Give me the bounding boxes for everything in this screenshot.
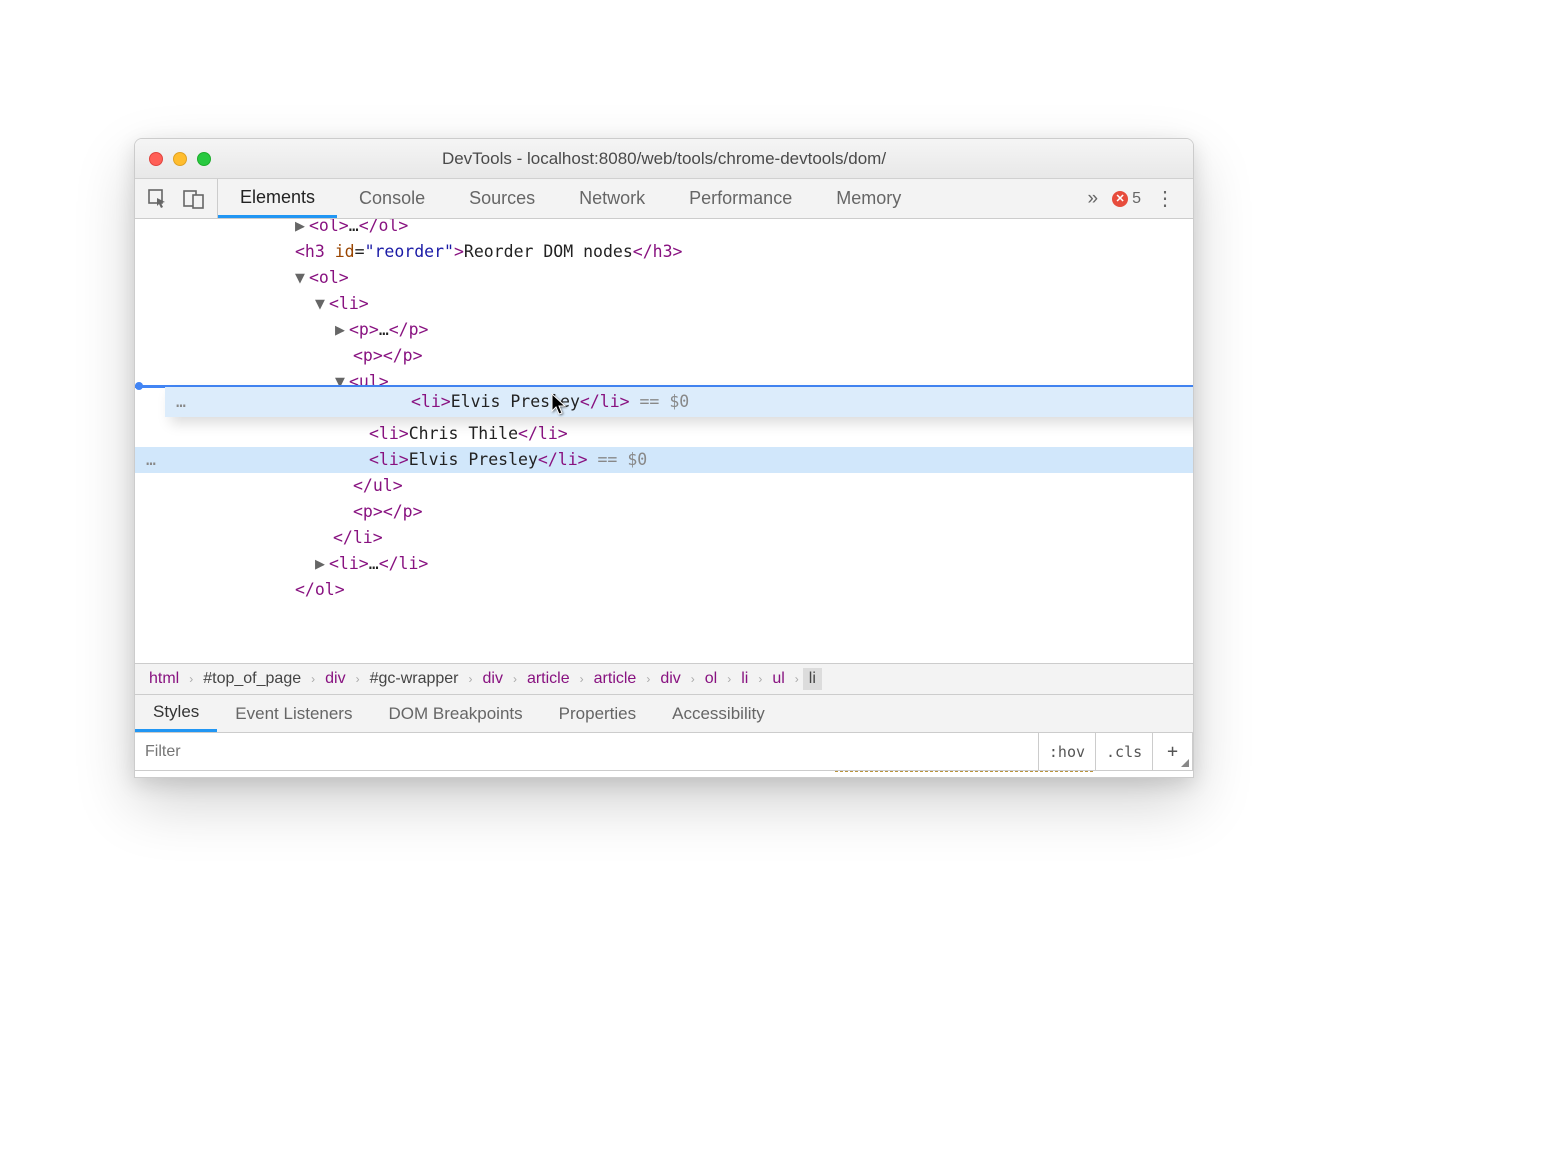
- breadcrumb-item[interactable]: html: [143, 668, 185, 690]
- dom-node[interactable]: <p></p>: [135, 499, 1193, 525]
- breadcrumb-item[interactable]: #top_of_page: [197, 668, 307, 690]
- styles-filter-input[interactable]: [135, 733, 1039, 770]
- error-count: 5: [1132, 190, 1141, 208]
- chevron-right-icon: ›: [189, 672, 193, 686]
- chevron-right-icon: ›: [513, 672, 517, 686]
- gutter-dots-icon[interactable]: …: [135, 447, 167, 473]
- dom-node[interactable]: ▶<li>…</li>: [135, 551, 1193, 577]
- breadcrumb-item[interactable]: div: [319, 668, 351, 690]
- breadcrumb-item[interactable]: ol: [699, 668, 723, 690]
- chevron-down-icon[interactable]: ▼: [315, 291, 329, 317]
- dom-node[interactable]: ▼<ol>: [135, 265, 1193, 291]
- chevron-right-icon: ›: [691, 672, 695, 686]
- close-icon[interactable]: [149, 152, 163, 166]
- chevron-right-icon[interactable]: ▶: [315, 551, 329, 577]
- breadcrumb-bar[interactable]: html›#top_of_page›div›#gc-wrapper›div›ar…: [135, 663, 1193, 695]
- breadcrumb-item[interactable]: ul: [766, 668, 790, 690]
- dom-node[interactable]: <h3 id="reorder">Reorder DOM nodes</h3>: [135, 239, 1193, 265]
- gutter-dots-icon[interactable]: …: [165, 389, 197, 415]
- subtab-styles[interactable]: Styles: [135, 695, 217, 732]
- tab-network[interactable]: Network: [557, 179, 667, 218]
- dom-node[interactable]: ▼<li>: [135, 291, 1193, 317]
- main-toolbar: ElementsConsoleSourcesNetworkPerformance…: [135, 179, 1193, 219]
- toolbar-right: ✕ 5 ⋮: [1098, 186, 1193, 211]
- subtab-accessibility[interactable]: Accessibility: [654, 695, 783, 732]
- dom-node[interactable]: <li>Chris Thile</li>: [135, 421, 1193, 447]
- tab-console[interactable]: Console: [337, 179, 447, 218]
- chevron-right-icon: ›: [469, 672, 473, 686]
- window-title: DevTools - localhost:8080/web/tools/chro…: [135, 149, 1193, 169]
- dom-node-selected[interactable]: …<li>Elvis Presley</li> == $0: [135, 447, 1193, 473]
- chevron-right-icon[interactable]: ▶: [295, 219, 309, 239]
- chevron-right-icon: ›: [795, 672, 799, 686]
- chevron-down-icon[interactable]: ▼: [295, 265, 309, 291]
- new-style-rule-button[interactable]: +: [1153, 733, 1193, 770]
- minimize-icon[interactable]: [173, 152, 187, 166]
- tab-sources[interactable]: Sources: [447, 179, 557, 218]
- drag-ghost-row[interactable]: … <li>Elvis Presley</li> == $0: [165, 387, 1193, 417]
- error-icon: ✕: [1112, 191, 1128, 207]
- breadcrumb-item[interactable]: li: [803, 668, 822, 690]
- tab-performance[interactable]: Performance: [667, 179, 814, 218]
- chevron-right-icon: ›: [646, 672, 650, 686]
- dom-node[interactable]: <p></p>: [135, 343, 1193, 369]
- devtools-window: DevTools - localhost:8080/web/tools/chro…: [134, 138, 1194, 778]
- kebab-menu-icon[interactable]: ⋮: [1151, 186, 1179, 211]
- tab-memory[interactable]: Memory: [814, 179, 923, 218]
- cls-toggle-button[interactable]: .cls: [1096, 733, 1153, 770]
- dom-node[interactable]: </ul>: [135, 473, 1193, 499]
- error-badge[interactable]: ✕ 5: [1112, 190, 1141, 208]
- subtab-dom-breakpoints[interactable]: DOM Breakpoints: [370, 695, 540, 732]
- breadcrumb-item[interactable]: #gc-wrapper: [364, 668, 465, 690]
- toolbar-left: [135, 179, 218, 218]
- chevron-right-icon[interactable]: ▶: [335, 317, 349, 343]
- dom-node[interactable]: ▶<p>…</p>: [135, 317, 1193, 343]
- chevron-right-icon: ›: [727, 672, 731, 686]
- overflow-icon[interactable]: »: [1088, 188, 1099, 210]
- dom-node[interactable]: ▶<ol>…</ol>: [135, 219, 1193, 239]
- breadcrumb-item[interactable]: li: [735, 668, 754, 690]
- panel-tabs: ElementsConsoleSourcesNetworkPerformance…: [218, 179, 1088, 218]
- maximize-icon[interactable]: [197, 152, 211, 166]
- chevron-right-icon: ›: [311, 672, 315, 686]
- chevron-right-icon: ›: [580, 672, 584, 686]
- breadcrumb-item[interactable]: div: [477, 668, 509, 690]
- styles-toolbar: :hov .cls +: [135, 733, 1193, 771]
- inspect-element-icon[interactable]: [147, 188, 169, 210]
- breadcrumb-item[interactable]: article: [588, 668, 643, 690]
- styles-toolbar-buttons: :hov .cls +: [1039, 733, 1193, 770]
- tab-elements[interactable]: Elements: [218, 179, 337, 218]
- breadcrumb-item[interactable]: article: [521, 668, 576, 690]
- dom-node[interactable]: </li>: [135, 525, 1193, 551]
- titlebar[interactable]: DevTools - localhost:8080/web/tools/chro…: [135, 139, 1193, 179]
- styles-subtabs: StylesEvent ListenersDOM BreakpointsProp…: [135, 695, 1193, 733]
- elements-panel[interactable]: … <li>Elvis Presley</li> == $0 ▶<ol>…</o…: [135, 219, 1193, 663]
- subtab-properties[interactable]: Properties: [541, 695, 654, 732]
- hov-toggle-button[interactable]: :hov: [1039, 733, 1096, 770]
- window-controls: [135, 152, 211, 166]
- chevron-right-icon: ›: [758, 672, 762, 686]
- box-model-peek: [835, 771, 1093, 775]
- subtab-event-listeners[interactable]: Event Listeners: [217, 695, 370, 732]
- chevron-right-icon: ›: [356, 672, 360, 686]
- breadcrumb-item[interactable]: div: [654, 668, 686, 690]
- dom-node[interactable]: </ol>: [135, 577, 1193, 603]
- device-toggle-icon[interactable]: [183, 188, 205, 210]
